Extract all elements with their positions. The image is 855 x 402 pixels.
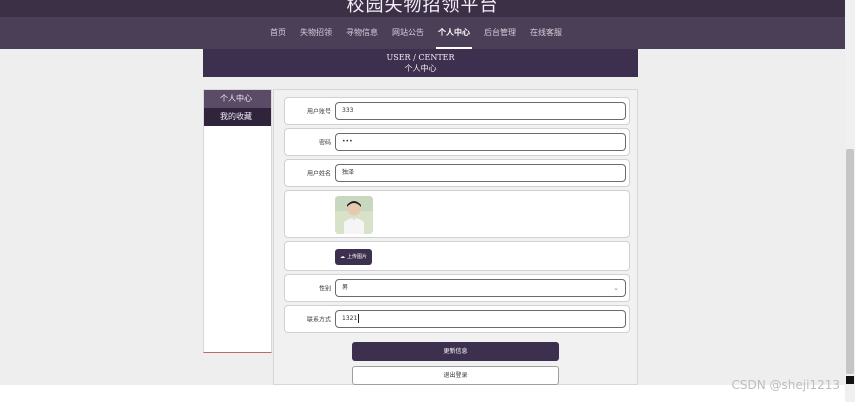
contact-value: 1321 bbox=[342, 315, 358, 322]
contact-input[interactable]: 1321 bbox=[335, 310, 626, 328]
profile-form: 用户账号 333 密码 ••• 用户姓名 独泽 ☁ 上传图片 性别 男 ⌄ 联系… bbox=[273, 89, 638, 385]
site-title: 校园失物招领平台 bbox=[346, 0, 499, 16]
contact-label: 联系方式 bbox=[306, 316, 331, 324]
name-input[interactable]: 独泽 bbox=[335, 164, 626, 182]
update-info-button[interactable]: 更新信息 bbox=[352, 342, 559, 361]
chevron-down-icon[interactable]: ⌄ bbox=[613, 280, 619, 296]
page-banner: USER / CENTER 个人中心 bbox=[203, 49, 638, 77]
gender-label: 性别 bbox=[318, 285, 331, 293]
name-field-row: 用户姓名 独泽 bbox=[284, 159, 630, 187]
nav-items: 首页 失物招领 寻物信息 网站公告 个人中心 后台管理 在线客服 bbox=[270, 17, 576, 49]
text-cursor-icon bbox=[358, 314, 360, 323]
nav-item-customer-service[interactable]: 在线客服 bbox=[530, 17, 562, 49]
scrollbar-end-marker bbox=[846, 376, 854, 384]
sidebar: 个人中心 我的收藏 bbox=[203, 89, 272, 353]
user-center-page: 校园失物招领平台 首页 失物招领 寻物信息 网站公告 个人中心 后台管理 在线客… bbox=[0, 0, 855, 402]
banner-title-en: USER / CENTER bbox=[386, 53, 455, 62]
nav-item-lost-found[interactable]: 失物招领 bbox=[300, 17, 332, 49]
gender-field-row: 性别 男 ⌄ bbox=[284, 274, 630, 302]
top-navigation: 首页 失物招领 寻物信息 网站公告 个人中心 后台管理 在线客服 bbox=[0, 17, 845, 49]
nav-item-announcements[interactable]: 网站公告 bbox=[392, 17, 424, 49]
account-field-row: 用户账号 333 bbox=[284, 97, 630, 125]
gender-select[interactable]: 男 ⌄ bbox=[335, 279, 626, 297]
cloud-upload-icon: ☁ bbox=[340, 254, 345, 260]
password-label: 密码 bbox=[318, 139, 331, 147]
avatar-row bbox=[284, 190, 630, 238]
password-input[interactable]: ••• bbox=[335, 133, 626, 151]
watermark: CSDN @sheji1213 bbox=[731, 378, 840, 392]
banner-title-cn: 个人中心 bbox=[404, 64, 437, 73]
bottom-strip bbox=[0, 385, 845, 402]
name-label: 用户姓名 bbox=[306, 170, 331, 178]
account-input[interactable]: 333 bbox=[335, 102, 626, 120]
contact-field-row: 联系方式 1321 bbox=[284, 305, 630, 333]
password-field-row: 密码 ••• bbox=[284, 128, 630, 156]
nav-item-search-info[interactable]: 寻物信息 bbox=[346, 17, 378, 49]
avatar bbox=[335, 196, 373, 234]
nav-item-user-center[interactable]: 个人中心 bbox=[436, 17, 472, 49]
sidebar-item-favorites[interactable]: 我的收藏 bbox=[204, 108, 271, 126]
logout-button[interactable]: 退出登录 bbox=[352, 366, 559, 385]
upload-row: ☁ 上传图片 bbox=[284, 241, 630, 271]
nav-item-admin[interactable]: 后台管理 bbox=[484, 17, 516, 49]
account-label: 用户账号 bbox=[306, 108, 331, 116]
sidebar-item-user-center[interactable]: 个人中心 bbox=[204, 90, 271, 108]
scrollbar-thumb[interactable] bbox=[846, 149, 854, 374]
nav-item-home[interactable]: 首页 bbox=[270, 17, 286, 49]
upload-label: 上传图片 bbox=[347, 254, 368, 260]
gender-selected-value: 男 bbox=[342, 284, 349, 291]
vertical-scrollbar[interactable] bbox=[845, 0, 855, 402]
site-header: 校园失物招领平台 bbox=[0, 0, 845, 17]
upload-image-button[interactable]: ☁ 上传图片 bbox=[335, 249, 373, 265]
